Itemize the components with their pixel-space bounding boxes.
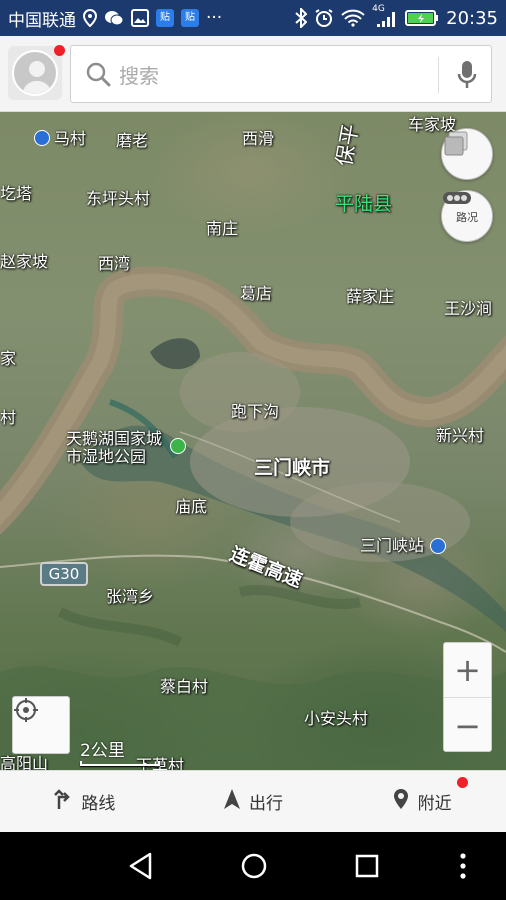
search-placeholder: 搜索 xyxy=(119,63,159,88)
map-label[interactable]: 葛店 xyxy=(240,286,272,302)
wifi-icon xyxy=(341,9,365,27)
map-label[interactable]: 张湾乡 xyxy=(106,589,154,605)
search-header: 搜索 xyxy=(0,36,506,112)
map-label[interactable]: 高阳山 xyxy=(0,756,48,771)
tab-nearby[interactable]: 附近 xyxy=(337,771,506,832)
clock: 20:35 xyxy=(446,7,498,29)
scale-label: 2公里 xyxy=(80,741,125,761)
battery-icon xyxy=(405,9,439,27)
map-label[interactable]: 马村 xyxy=(54,131,86,147)
alarm-icon xyxy=(314,8,334,28)
zoom-out-button[interactable]: − xyxy=(444,698,491,753)
location-icon xyxy=(83,9,97,27)
map-label[interactable]: 小安头村 xyxy=(304,711,368,727)
map-label[interactable]: 西滑 xyxy=(242,131,274,147)
location-pin-icon xyxy=(392,788,410,815)
wechat-icon xyxy=(104,10,124,26)
map-label[interactable]: 赵家坡 xyxy=(0,254,48,270)
traffic-button[interactable]: 路况 xyxy=(441,190,493,242)
map-label[interactable]: 跑下沟 xyxy=(231,404,279,420)
bottom-tab-bar: 路线 出行 附近 xyxy=(0,770,506,832)
notification-dot xyxy=(54,45,65,56)
poi-icon[interactable] xyxy=(34,130,50,146)
map-label[interactable]: 王沙涧 xyxy=(444,301,492,317)
menu-dots-icon[interactable] xyxy=(458,852,468,884)
map-label[interactable]: 东坪头村 xyxy=(86,191,150,207)
navigation-arrow-icon xyxy=(223,788,241,815)
map-view[interactable]: 马村 磨老 西滑 保平 车家坡 圪塔 东坪头村 平陆县 南庄 赵家坡 西湾 葛店… xyxy=(0,112,506,770)
tab-label: 附近 xyxy=(417,794,452,814)
map-label[interactable]: 磨老 xyxy=(116,133,148,149)
map-label[interactable]: 三门峡站 xyxy=(360,538,424,554)
locate-button[interactable] xyxy=(12,696,70,754)
map-label[interactable]: 天鹅湖国家城 市湿地公园 xyxy=(66,430,162,465)
status-bar: 中国联通 贴 贴 ··· 4G 20:35 xyxy=(0,0,506,36)
map-label[interactable]: 薛家庄 xyxy=(346,289,394,305)
avatar[interactable] xyxy=(8,45,65,100)
map-label[interactable]: 新兴村 xyxy=(436,428,484,444)
map-label[interactable]: 圪塔 xyxy=(0,186,32,202)
recents-icon[interactable] xyxy=(354,853,380,883)
microphone-icon[interactable] xyxy=(457,60,477,94)
bluetooth-icon xyxy=(295,8,308,28)
zoom-in-button[interactable]: + xyxy=(444,643,491,698)
map-label[interactable]: 南庄 xyxy=(206,221,238,237)
traffic-label: 路况 xyxy=(456,211,478,224)
park-icon[interactable] xyxy=(170,438,186,454)
gallery-icon xyxy=(131,9,149,27)
map-label[interactable]: 西湾 xyxy=(98,256,130,272)
tieba-icon: 贴 xyxy=(181,9,199,27)
county-label[interactable]: 平陆县 xyxy=(335,195,392,214)
notification-dot xyxy=(457,777,469,788)
signal-icon: 4G xyxy=(372,4,398,28)
more-notifications-icon: ··· xyxy=(206,8,223,28)
system-nav-bar xyxy=(0,832,506,900)
search-input[interactable]: 搜索 xyxy=(70,45,492,103)
tab-navigation[interactable]: 出行 xyxy=(169,771,338,832)
search-divider xyxy=(438,57,439,93)
user-icon xyxy=(12,50,58,96)
city-label[interactable]: 三门峡市 xyxy=(254,459,330,478)
scale-bar xyxy=(80,761,160,766)
search-icon xyxy=(85,61,111,87)
carrier-name: 中国联通 xyxy=(8,10,76,31)
map-label[interactable]: 家 xyxy=(0,351,16,367)
lake xyxy=(150,338,200,370)
layers-button[interactable] xyxy=(441,128,493,180)
tieba-icon: 贴 xyxy=(156,9,174,27)
scale-indicator: 2公里 xyxy=(80,736,160,766)
home-icon[interactable] xyxy=(240,852,268,884)
route-icon xyxy=(53,788,73,815)
zoom-controls: + − xyxy=(443,642,492,752)
network-type: 4G xyxy=(372,4,385,14)
map-label[interactable]: 庙底 xyxy=(175,499,207,515)
tab-label: 出行 xyxy=(249,794,283,814)
back-icon[interactable] xyxy=(128,852,154,884)
tab-route[interactable]: 路线 xyxy=(0,771,169,832)
tab-label: 路线 xyxy=(81,794,116,814)
station-icon[interactable] xyxy=(430,538,446,554)
map-label[interactable]: 蔡白村 xyxy=(160,679,208,695)
road-shield[interactable]: G30 xyxy=(40,562,88,586)
map-label[interactable]: 村 xyxy=(0,410,16,426)
